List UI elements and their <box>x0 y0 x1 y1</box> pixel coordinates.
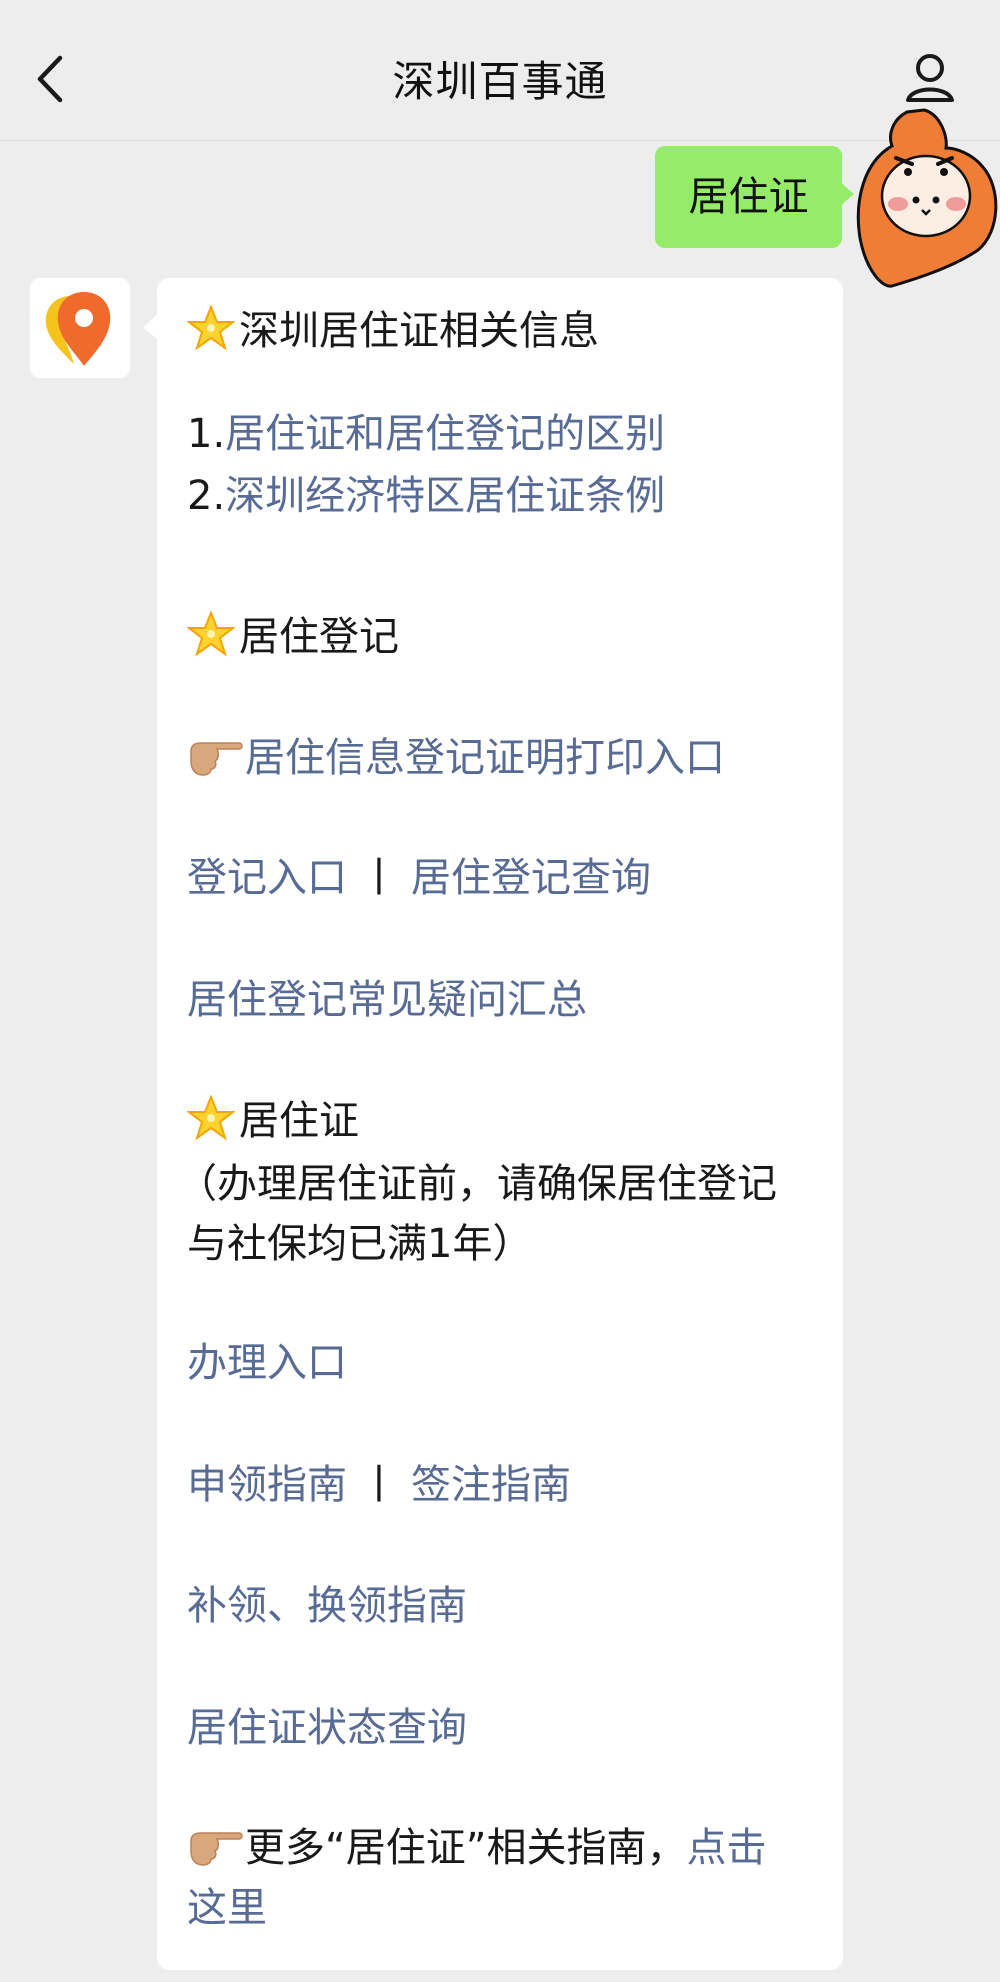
link-difference[interactable]: 居住证和居住登记的区别 <box>225 411 665 457</box>
list-number: 2. <box>187 473 226 519</box>
star-emoji-icon <box>186 610 236 658</box>
apply-row: 办理入口 <box>187 1333 347 1393</box>
star-emoji-icon <box>186 304 236 352</box>
user-message-bubble[interactable]: 居住证 <box>655 146 854 248</box>
link-print-certificate[interactable]: 居住信息登记证明打印入口 <box>245 735 725 781</box>
heading-text: 居住登记 <box>239 614 399 660</box>
profile-icon[interactable] <box>902 50 958 106</box>
pointing-hand-emoji-icon <box>187 734 243 776</box>
link-endorsement-guide[interactable]: 签注指南 <box>411 1462 571 1508</box>
reissue-row: 补领、换领指南 <box>187 1576 467 1636</box>
permit-note-line1: （办理居住证前，请确保居住登记 <box>177 1161 777 1207</box>
heading-text: 深圳居住证相关信息 <box>239 308 599 354</box>
status-row: 居住证状态查询 <box>187 1698 467 1758</box>
star-emoji-icon <box>186 1094 236 1142</box>
section-heading-permit: 居住证 <box>186 1091 359 1151</box>
link-register-entry[interactable]: 登记入口 <box>187 855 347 901</box>
top-nav-bar: 深圳百事通 <box>0 0 1000 141</box>
pointing-hand-emoji-icon <box>187 1824 243 1866</box>
bot-message-bubble: 深圳居住证相关信息 1.居住证和居住登记的区别 2.深圳经济特区居住证条例 居住… <box>143 278 843 1970</box>
more-guides-row: 更多“居住证”相关指南，点击 <box>187 1818 766 1878</box>
link-regulations[interactable]: 深圳经济特区居住证条例 <box>225 473 665 519</box>
print-entry-row: 居住信息登记证明打印入口 <box>187 728 725 788</box>
link-faq[interactable]: 居住登记常见疑问汇总 <box>187 977 587 1023</box>
separator: 丨 <box>359 1462 399 1508</box>
chat-title: 深圳百事通 <box>392 57 608 106</box>
bot-avatar[interactable] <box>30 278 130 378</box>
separator: 丨 <box>359 855 399 901</box>
link-reissue-guide[interactable]: 补领、换领指南 <box>187 1583 467 1629</box>
link-here[interactable]: 这里 <box>187 1885 267 1931</box>
more-guides-row-continued: 这里 <box>187 1878 267 1938</box>
faq-row: 居住登记常见疑问汇总 <box>187 970 587 1030</box>
user-avatar[interactable] <box>852 100 1000 290</box>
list-item: 1.居住证和居住登记的区别 <box>187 404 665 464</box>
permit-note-line2: 与社保均已满1年） <box>187 1221 533 1267</box>
guide-links-row: 申领指南丨签注指南 <box>187 1455 571 1515</box>
heading-text: 居住证 <box>239 1098 359 1144</box>
list-number: 1. <box>187 411 226 457</box>
list-item: 2.深圳经济特区居住证条例 <box>187 466 665 526</box>
link-apply-entry[interactable]: 办理入口 <box>187 1340 347 1386</box>
link-status-query[interactable]: 居住证状态查询 <box>187 1705 467 1751</box>
section-heading-registration: 居住登记 <box>186 607 399 667</box>
link-application-guide[interactable]: 申领指南 <box>187 1462 347 1508</box>
link-click-here[interactable]: 点击 <box>686 1825 766 1871</box>
more-guides-text: 更多“居住证”相关指南， <box>245 1825 687 1871</box>
section-heading-info: 深圳居住证相关信息 <box>186 301 599 361</box>
link-registration-query[interactable]: 居住登记查询 <box>411 855 651 901</box>
registration-links-row: 登记入口丨居住登记查询 <box>187 848 651 908</box>
location-pin-icon <box>45 292 111 366</box>
